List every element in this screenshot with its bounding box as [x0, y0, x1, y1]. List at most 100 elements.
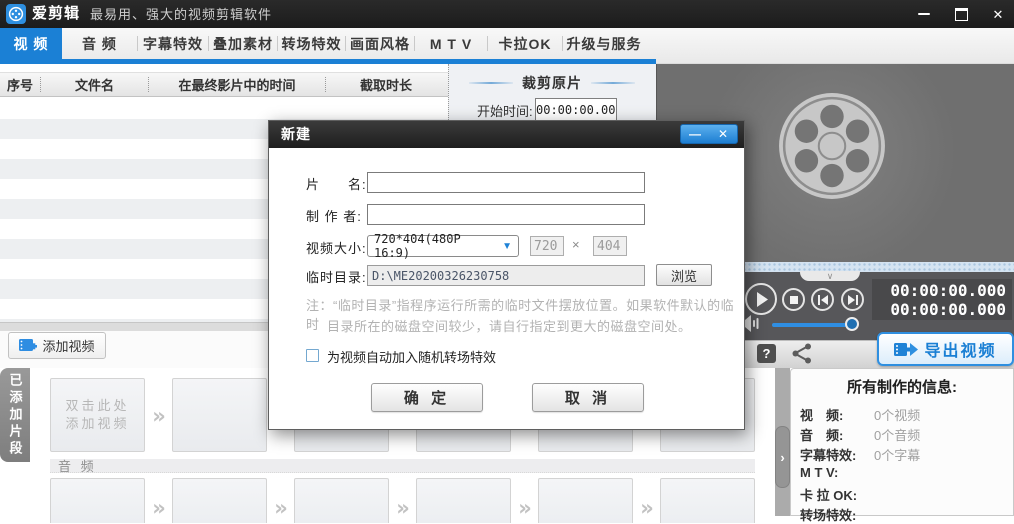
chevron-separator-icon: » [635, 496, 659, 520]
tab-audio[interactable]: 音 频 [62, 28, 137, 59]
next-frame-button[interactable] [841, 288, 864, 311]
film-name-label: 片 名: [306, 174, 367, 193]
tab-style[interactable]: 画面风格 [346, 28, 414, 59]
chevron-down-icon: ∨ [827, 273, 834, 279]
audio-clip-slot [294, 478, 389, 523]
dialog-titlebar[interactable] [269, 121, 744, 148]
random-transition-label: 为视频自动加入随机转场特效 [327, 347, 496, 366]
decorative-line [469, 82, 513, 84]
multiply-sign: × [572, 237, 581, 252]
tab-mtv[interactable]: M T V [415, 28, 487, 59]
decorative-line [591, 82, 635, 84]
tab-karaoke[interactable]: 卡拉OK [488, 28, 562, 59]
app-subtitle: 最易用、强大的视频剪辑软件 [90, 0, 272, 28]
column-header-index: 序号 [0, 75, 40, 94]
export-video-button[interactable]: 导出视频 [877, 332, 1014, 366]
play-button[interactable] [745, 283, 777, 315]
share-button[interactable] [791, 343, 813, 364]
maximize-button[interactable] [950, 4, 972, 24]
volume-slider-knob[interactable] [845, 317, 859, 331]
info-label-subtitle: 字幕特效: [800, 445, 856, 464]
info-value-video: 0个视频 [874, 405, 920, 424]
dialog-minimize-icon[interactable]: — [683, 128, 707, 140]
chevron-separator-icon: » [513, 496, 537, 520]
chevron-separator-icon: » [391, 496, 415, 520]
info-value-audio: 0个音频 [874, 425, 920, 444]
crop-panel-title-row: 裁剪原片 [448, 74, 656, 92]
added-clips-tab-label: 已添加片段 [6, 373, 25, 458]
step-forward-icon [848, 295, 858, 305]
audio-section-bar: 音 频 [50, 459, 755, 473]
custom-width-input [530, 236, 564, 256]
column-header-duration: 截取时长 [326, 75, 446, 94]
new-project-dialog: 新建 — ✕ 片 名: 制 作 者: 视频大小: 720*404(480P 16… [268, 120, 745, 430]
collapse-info-panel-handle[interactable]: › [775, 426, 790, 488]
minimize-button[interactable] [913, 4, 935, 24]
tab-upgrade[interactable]: 升级与服务 [563, 28, 645, 59]
custom-height-input [593, 236, 627, 256]
add-video-button[interactable]: 添加视频 [8, 332, 106, 359]
author-label: 制 作 者: [306, 206, 362, 225]
export-video-label: 导出视频 [924, 337, 996, 361]
double-click-hint: 双击此处 添加视频 [51, 379, 144, 451]
dropdown-arrow-icon: ▼ [502, 241, 518, 252]
chevron-separator-icon: » [147, 404, 171, 428]
tab-subtitle-fx[interactable]: 字幕特效 [138, 28, 208, 59]
collapse-arrow-icon: › [780, 450, 784, 465]
browse-label: 浏览 [671, 266, 697, 285]
film-reel-icon [776, 90, 888, 202]
author-input[interactable] [367, 204, 645, 225]
info-label-audio: 音 频: [800, 425, 843, 444]
clip-table-header: 序号 文件名 在最终影片中的时间 截取时长 [0, 72, 448, 97]
add-video-icon [19, 338, 37, 354]
close-icon: ✕ [993, 8, 1004, 21]
app-window: { "titlebar": { "app_name": "爱剪辑", "subt… [0, 0, 1014, 516]
help-button[interactable]: ? [757, 344, 776, 363]
column-header-time: 在最终影片中的时间 [149, 75, 325, 94]
video-size-label: 视频大小: [306, 238, 367, 257]
info-label-mtv: M T V: [800, 465, 838, 480]
audio-clip-slot [416, 478, 511, 523]
hint-line-1: 双击此处 [65, 397, 129, 415]
audio-clip-slot [50, 478, 145, 523]
tab-video[interactable]: 视 频 [0, 28, 62, 59]
ok-button[interactable]: 确 定 [371, 383, 483, 412]
previous-frame-button[interactable] [811, 288, 834, 311]
audio-clip-slot [538, 478, 633, 523]
start-time-input[interactable] [535, 98, 617, 121]
info-label-transition: 转场特效: [800, 505, 856, 524]
dialog-title: 新建 [281, 121, 311, 148]
info-label-karaoke: 卡 拉 OK: [800, 485, 857, 504]
tab-transition[interactable]: 转场特效 [278, 28, 345, 59]
tab-overlay[interactable]: 叠加素材 [209, 28, 277, 59]
stop-icon [790, 296, 798, 304]
random-transition-checkbox[interactable] [306, 349, 319, 362]
dialog-close-icon[interactable]: ✕ [711, 128, 735, 140]
close-button[interactable]: ✕ [987, 4, 1009, 24]
cancel-button[interactable]: 取 消 [532, 383, 644, 412]
video-clip-slot-placeholder[interactable]: 双击此处 添加视频 [50, 378, 145, 452]
info-label-video: 视 频: [800, 405, 843, 424]
temp-dir-input[interactable] [367, 265, 645, 286]
temp-dir-note-line2: 目录所在的磁盘空间较少，请自行指定到更大的磁盘空间处。 [327, 316, 692, 335]
stop-button[interactable] [782, 288, 805, 311]
film-name-input[interactable] [367, 172, 645, 193]
app-title: 爱剪辑 [32, 0, 80, 28]
minimize-icon [918, 13, 930, 15]
hint-line-2: 添加视频 [65, 415, 129, 433]
project-info-title: 所有制作的信息: [790, 376, 1014, 397]
browse-button[interactable]: 浏览 [656, 264, 712, 286]
added-clips-tab[interactable]: 已添加片段 [0, 368, 30, 462]
chevron-separator-icon: » [147, 496, 171, 520]
app-logo-icon [6, 4, 26, 24]
audio-clip-slot [172, 478, 267, 523]
collapse-player-tab[interactable]: ∨ [800, 271, 860, 281]
help-icon: ? [763, 346, 771, 361]
dialog-window-buttons: — ✕ [680, 124, 738, 144]
column-header-filename: 文件名 [41, 75, 148, 94]
chevron-separator-icon: » [269, 496, 293, 520]
total-time: 00:00:00.000 [872, 300, 1006, 319]
add-video-label: 添加视频 [42, 336, 94, 355]
crop-panel-title: 裁剪原片 [522, 73, 582, 93]
video-size-dropdown[interactable]: 720*404(480P 16:9) ▼ [367, 235, 519, 257]
